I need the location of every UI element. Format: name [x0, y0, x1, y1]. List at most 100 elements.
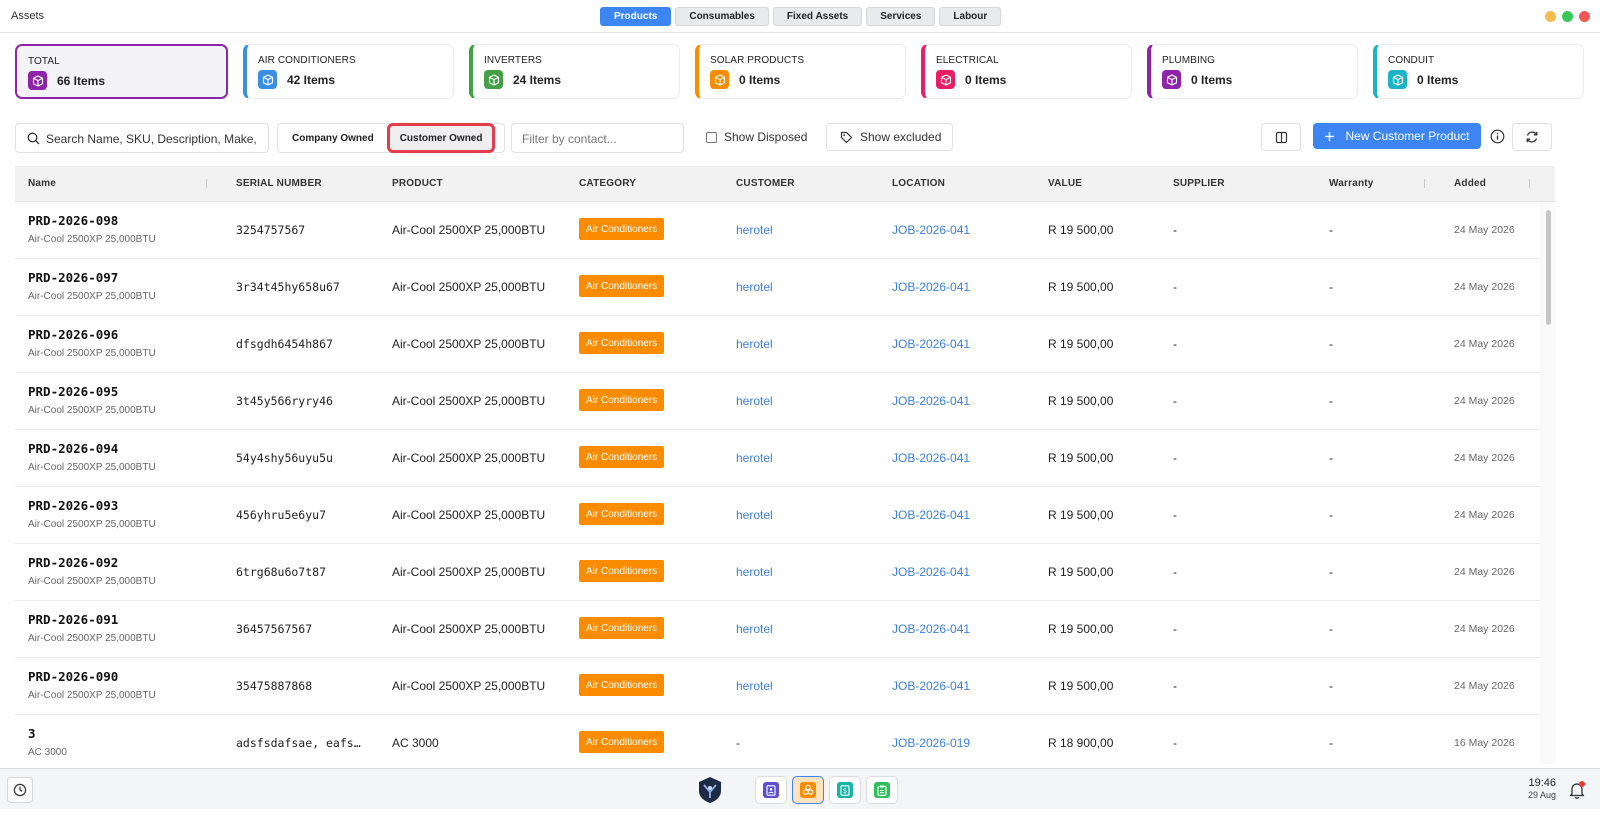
customer-link[interactable]: herotel: [736, 280, 773, 294]
close-button[interactable]: [1579, 11, 1590, 22]
minimize-button[interactable]: [1545, 11, 1556, 22]
tab-consumables[interactable]: Consumables: [675, 7, 769, 26]
dock-contacts[interactable]: [755, 776, 787, 804]
table-row[interactable]: PRD-2026-091 Air-Cool 2500XP 25,000BTU 3…: [15, 601, 1540, 658]
location-link[interactable]: JOB-2026-041: [892, 679, 970, 693]
table-row[interactable]: PRD-2026-096 Air-Cool 2500XP 25,000BTU d…: [15, 316, 1540, 373]
maximize-button[interactable]: [1562, 11, 1573, 22]
card-conduit[interactable]: CONDUIT 0 Items: [1373, 44, 1584, 99]
card-total[interactable]: TOTAL 66 Items: [15, 44, 228, 99]
table-row[interactable]: 3 AC 3000 adsfsdafsae, eafs… AC 3000 Air…: [15, 715, 1540, 764]
row-serial: 36457567567: [236, 622, 313, 636]
column-header-category[interactable]: CATEGORY: [579, 178, 636, 189]
column-header-location[interactable]: LOCATION: [892, 178, 945, 189]
column-header-name[interactable]: Name: [28, 178, 56, 189]
customer-link[interactable]: herotel: [736, 508, 773, 522]
box-icon: [28, 71, 47, 90]
tab-labour[interactable]: Labour: [939, 7, 1002, 26]
card-plumbing[interactable]: PLUMBING 0 Items: [1147, 44, 1358, 99]
column-header-supplier[interactable]: SUPPLIER: [1173, 178, 1225, 189]
refresh-button[interactable]: [1512, 123, 1552, 151]
column-resizer[interactable]: [206, 179, 207, 188]
card-count: 0 Items: [739, 73, 781, 87]
customer-link[interactable]: herotel: [736, 223, 773, 237]
column-header-added[interactable]: Added: [1454, 178, 1486, 189]
show-disposed-checkbox[interactable]: [706, 131, 717, 143]
app-dock: $: [755, 776, 898, 804]
column-header-customer[interactable]: CUSTOMER: [736, 178, 795, 189]
columns-button[interactable]: [1261, 123, 1301, 151]
customer-link[interactable]: herotel: [736, 622, 773, 636]
column-resizer[interactable]: [1424, 179, 1425, 188]
customer-link[interactable]: herotel: [736, 679, 773, 693]
table-row[interactable]: PRD-2026-092 Air-Cool 2500XP 25,000BTU 6…: [15, 544, 1540, 601]
customer-link[interactable]: herotel: [736, 337, 773, 351]
category-badge: Air Conditioners: [579, 218, 665, 240]
location-link[interactable]: JOB-2026-041: [892, 565, 970, 579]
location-link[interactable]: JOB-2026-041: [892, 223, 970, 237]
tab-services[interactable]: Services: [866, 7, 936, 26]
vertical-scrollbar[interactable]: [1540, 202, 1555, 764]
card-air-conditioners[interactable]: AIR CONDITIONERS 42 Items: [243, 44, 454, 99]
location-link[interactable]: JOB-2026-041: [892, 394, 970, 408]
location-link[interactable]: JOB-2026-041: [892, 622, 970, 636]
column-header-serial-number[interactable]: SERIAL NUMBER: [236, 178, 322, 189]
filter-toolbar: Company Owned Customer Owned Show Dispos…: [15, 123, 1585, 153]
column-resizer[interactable]: [1529, 179, 1530, 188]
column-header-product[interactable]: PRODUCT: [392, 178, 443, 189]
location-link[interactable]: JOB-2026-019: [892, 736, 970, 750]
contact-filter-input[interactable]: [522, 130, 677, 148]
row-description: Air-Cool 2500XP 25,000BTU: [28, 462, 156, 473]
invoice-icon: $: [837, 782, 853, 798]
row-description: Air-Cool 2500XP 25,000BTU: [28, 519, 156, 530]
history-button[interactable]: [7, 777, 33, 803]
company-owned-button[interactable]: Company Owned: [282, 126, 384, 150]
location-link[interactable]: JOB-2026-041: [892, 337, 970, 351]
table-row[interactable]: PRD-2026-095 Air-Cool 2500XP 25,000BTU 3…: [15, 373, 1540, 430]
box-icon: [710, 70, 729, 89]
table-row[interactable]: PRD-2026-098 Air-Cool 2500XP 25,000BTU 3…: [15, 202, 1540, 259]
new-customer-product-button[interactable]: New Customer Product: [1313, 123, 1481, 149]
location-link[interactable]: JOB-2026-041: [892, 451, 970, 465]
search-box: [15, 123, 269, 153]
notifications-button[interactable]: [1567, 780, 1587, 800]
table-row[interactable]: PRD-2026-097 Air-Cool 2500XP 25,000BTU 3…: [15, 259, 1540, 316]
card-electrical[interactable]: ELECTRICAL 0 Items: [921, 44, 1132, 99]
window-controls: [1545, 11, 1590, 22]
contact-filter: [511, 123, 684, 153]
dock-assets[interactable]: [792, 776, 824, 804]
row-warranty: -: [1329, 280, 1333, 294]
location-link[interactable]: JOB-2026-041: [892, 508, 970, 522]
customer-link[interactable]: herotel: [736, 565, 773, 579]
tab-fixed-assets[interactable]: Fixed Assets: [772, 7, 863, 26]
info-button[interactable]: [1489, 128, 1505, 144]
customer-owned-button[interactable]: Customer Owned: [386, 123, 496, 153]
show-disposed-toggle[interactable]: Show Disposed: [706, 130, 807, 144]
customer-link[interactable]: herotel: [736, 451, 773, 465]
tab-products[interactable]: Products: [600, 7, 672, 26]
table-row[interactable]: PRD-2026-094 Air-Cool 2500XP 25,000BTU 5…: [15, 430, 1540, 487]
row-description: Air-Cool 2500XP 25,000BTU: [28, 291, 156, 302]
category-badge: Air Conditioners: [579, 389, 665, 411]
card-inverters[interactable]: INVERTERS 24 Items: [469, 44, 680, 99]
search-input[interactable]: [46, 130, 264, 148]
scrollbar-thumb[interactable]: [1546, 210, 1551, 325]
row-warranty: -: [1329, 394, 1333, 408]
column-header-value[interactable]: VALUE: [1048, 178, 1082, 189]
category-badge: Air Conditioners: [579, 617, 665, 639]
dock-tasks[interactable]: [866, 776, 898, 804]
customer-link[interactable]: herotel: [736, 394, 773, 408]
asset-type-tabs: Products Consumables Fixed Assets Servic…: [600, 7, 1002, 26]
card-solar-products[interactable]: SOLAR PRODUCTS 0 Items: [695, 44, 906, 99]
dock-invoices[interactable]: $: [829, 776, 861, 804]
row-supplier: -: [1173, 337, 1177, 351]
location-link[interactable]: JOB-2026-041: [892, 280, 970, 294]
row-description: Air-Cool 2500XP 25,000BTU: [28, 348, 156, 359]
table-row[interactable]: PRD-2026-090 Air-Cool 2500XP 25,000BTU 3…: [15, 658, 1540, 715]
row-name: PRD-2026-090: [28, 669, 119, 684]
row-value: R 19 500,00: [1048, 394, 1114, 408]
column-header-warranty[interactable]: Warranty: [1329, 178, 1374, 189]
show-excluded-button[interactable]: Show excluded: [826, 123, 953, 151]
table-row[interactable]: PRD-2026-093 Air-Cool 2500XP 25,000BTU 4…: [15, 487, 1540, 544]
row-warranty: -: [1329, 337, 1333, 351]
